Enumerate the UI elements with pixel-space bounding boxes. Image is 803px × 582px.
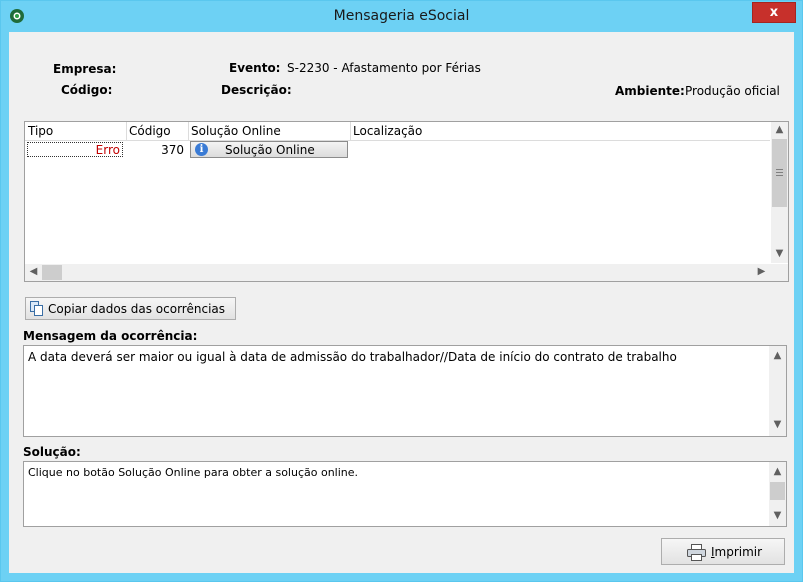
empresa-label: Empresa: <box>53 62 117 76</box>
scrollbar-thumb[interactable] <box>42 265 62 280</box>
print-button-label: Imprimir <box>711 545 762 559</box>
solucao-online-button-label: Solução Online <box>225 143 315 157</box>
scroll-up-arrow-icon[interactable]: ▲ <box>769 466 786 477</box>
column-divider <box>350 122 351 140</box>
column-header-codigo[interactable]: Código <box>129 124 171 138</box>
print-button-label-rest: mprimir <box>714 545 763 559</box>
ambiente-value: Produção oficial <box>685 84 780 98</box>
scroll-down-arrow-icon[interactable]: ▼ <box>769 510 786 521</box>
grid-vertical-scrollbar[interactable]: ▲ ▼ <box>771 122 788 263</box>
grid-horizontal-scrollbar[interactable]: ◀ ▶ <box>25 264 788 281</box>
grid-header: Tipo Código Solução Online Localização <box>25 122 770 141</box>
evento-label: Evento: <box>229 61 281 75</box>
mensagem-text: A data deverá ser maior ou igual à data … <box>28 350 677 364</box>
window-title: Mensageria eSocial <box>333 8 470 24</box>
scroll-left-arrow-icon[interactable]: ◀ <box>25 266 42 277</box>
info-icon: i <box>195 143 208 156</box>
title-bar[interactable]: Mensageria eSocial x <box>1 1 802 31</box>
scrollbar-thumb[interactable] <box>770 482 785 500</box>
column-header-tipo[interactable]: Tipo <box>28 124 53 138</box>
cell-codigo[interactable]: 370 <box>128 143 184 157</box>
scroll-down-arrow-icon[interactable]: ▼ <box>771 248 788 259</box>
occurrences-grid[interactable]: Tipo Código Solução Online Localização E… <box>24 121 789 282</box>
copy-occurrences-button-label: Copiar dados das ocorrências <box>48 302 226 316</box>
scrollbar-thumb[interactable] <box>772 139 787 207</box>
codigo-label: Código: <box>61 83 113 97</box>
scroll-up-arrow-icon[interactable]: ▲ <box>771 124 788 135</box>
descricao-label: Descrição: <box>221 83 292 97</box>
mensagem-label: Mensagem da ocorrência: <box>23 329 198 343</box>
column-divider <box>188 122 189 140</box>
solucao-online-button[interactable]: i Solução Online <box>190 141 348 158</box>
table-row[interactable]: Erro 370 i Solução Online <box>25 141 770 159</box>
solucao-text: Clique no botão Solução Online para obte… <box>28 466 359 479</box>
mensagem-textarea[interactable]: A data deverá ser maior ou igual à data … <box>23 345 787 437</box>
close-button[interactable]: x <box>752 2 796 23</box>
evento-value: S-2230 - Afastamento por Férias <box>287 61 481 75</box>
column-header-solucao-online[interactable]: Solução Online <box>191 124 281 138</box>
scroll-down-arrow-icon[interactable]: ▼ <box>769 419 786 430</box>
scroll-up-arrow-icon[interactable]: ▲ <box>769 350 786 361</box>
main-window: Mensageria eSocial x Empresa: Evento: S-… <box>0 0 803 582</box>
printer-icon <box>687 544 706 561</box>
copy-documents-icon <box>30 301 43 316</box>
column-header-localizacao[interactable]: Localização <box>353 124 422 138</box>
cell-tipo[interactable]: Erro <box>27 142 123 157</box>
dialog-body: Empresa: Evento: S-2230 - Afastamento po… <box>9 32 794 573</box>
scroll-right-arrow-icon[interactable]: ▶ <box>753 266 770 277</box>
mensagem-scrollbar[interactable]: ▲ ▼ <box>769 346 786 436</box>
print-button[interactable]: Imprimir <box>661 538 785 565</box>
ambiente-label: Ambiente: <box>615 84 685 98</box>
solucao-textarea[interactable]: Clique no botão Solução Online para obte… <box>23 461 787 527</box>
solucao-scrollbar[interactable]: ▲ ▼ <box>769 462 786 526</box>
copy-occurrences-button[interactable]: Copiar dados das ocorrências <box>25 297 236 320</box>
solucao-label: Solução: <box>23 445 81 459</box>
column-divider <box>126 122 127 140</box>
